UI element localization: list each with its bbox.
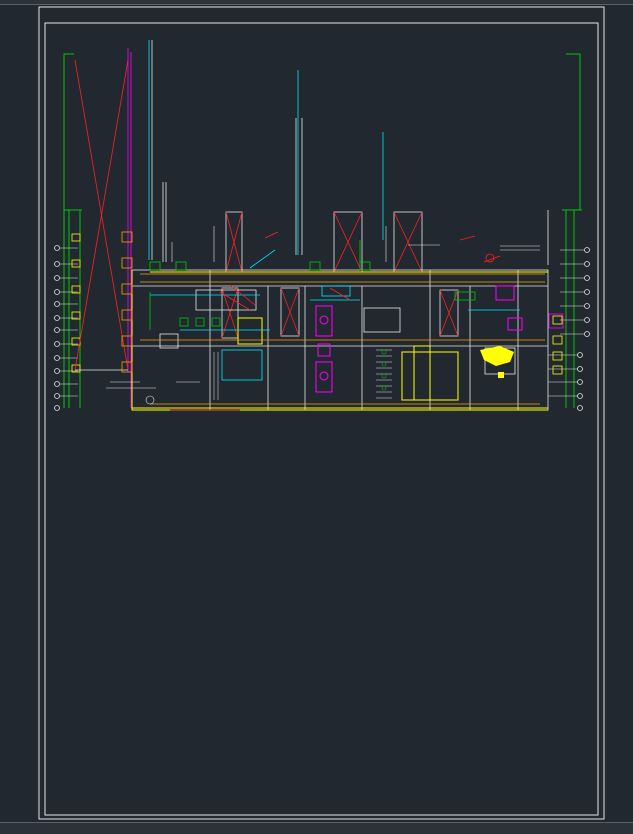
shaft-boxes — [221, 211, 459, 339]
right-axis-markers — [552, 315, 563, 375]
cad-drawing-viewport[interactable] — [0, 0, 633, 833]
left-axis-bubbles — [54, 245, 60, 411]
viewport-bottom-status-strip — [0, 822, 633, 834]
plan-green-fixtures — [149, 240, 476, 330]
plan-magenta-equipment — [315, 285, 523, 393]
plan-red-accents — [170, 231, 501, 411]
left-grid-axis — [63, 53, 82, 408]
stair-hatching — [213, 349, 392, 400]
left-elevation-block — [74, 48, 132, 408]
left-axis-markers — [71, 233, 81, 373]
leader-lines — [106, 226, 540, 405]
sheet-outer-frame — [38, 6, 605, 820]
right-axis-bubbles — [577, 247, 590, 411]
left-service-risers — [148, 40, 167, 262]
